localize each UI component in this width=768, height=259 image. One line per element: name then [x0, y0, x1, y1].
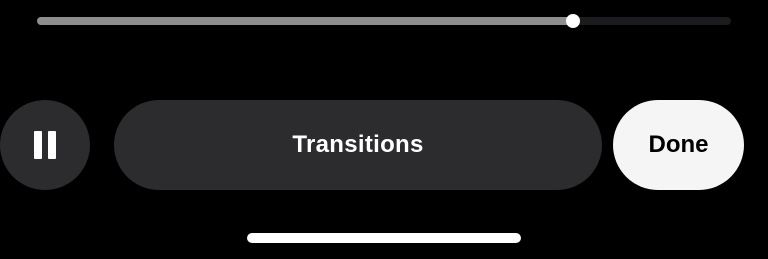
- home-indicator: [247, 233, 521, 243]
- transitions-button[interactable]: Transitions: [114, 100, 602, 190]
- playback-scrubber[interactable]: [37, 14, 731, 28]
- scrubber-knob[interactable]: [565, 14, 580, 28]
- pause-button[interactable]: [0, 100, 90, 190]
- pause-icon-bar: [48, 131, 56, 159]
- pause-icon: [34, 131, 42, 159]
- transitions-button-label: Transitions: [292, 131, 424, 158]
- done-button[interactable]: Done: [613, 100, 744, 190]
- scrubber-progress-fill: [37, 17, 573, 25]
- done-button-label: Done: [648, 131, 709, 158]
